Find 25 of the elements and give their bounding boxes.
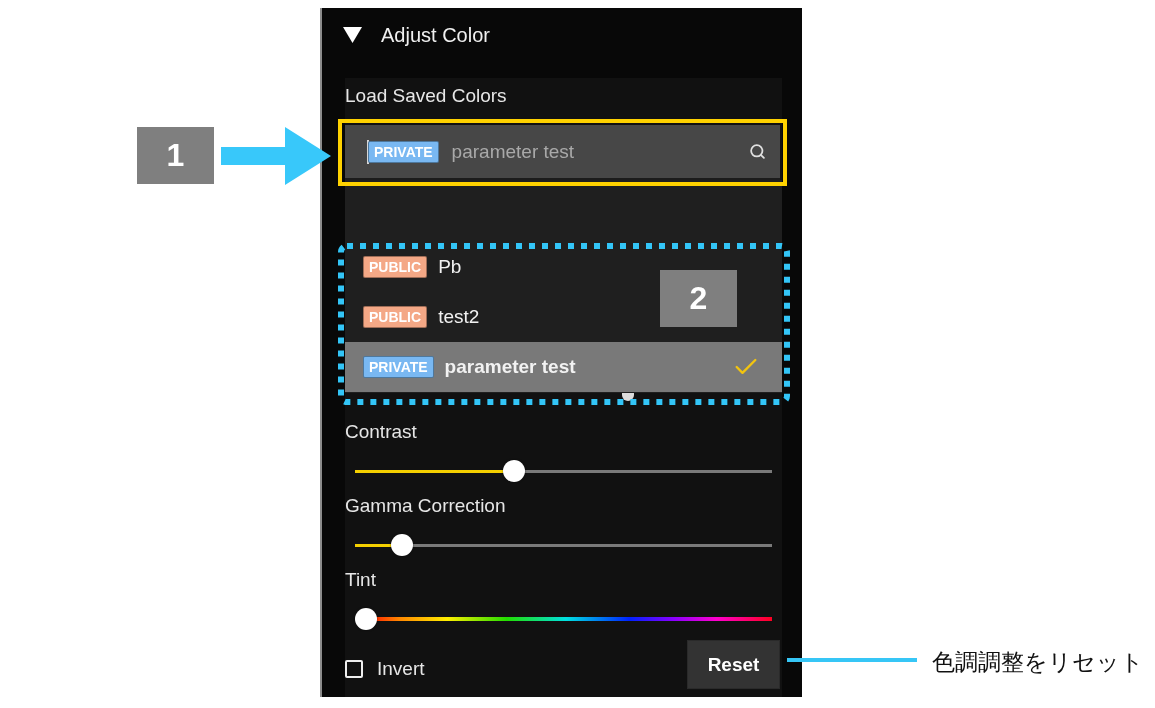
reset-button[interactable]: Reset bbox=[687, 640, 780, 689]
visibility-badge: PUBLIC bbox=[363, 306, 428, 328]
dropdown-option[interactable]: PUBLIC Pb bbox=[345, 242, 484, 292]
field-value: parameter test bbox=[451, 140, 576, 163]
slider-thumb[interactable] bbox=[390, 534, 413, 556]
dropdown-option[interactable]: PUBLIC test2 bbox=[345, 292, 502, 342]
slider-label: Tint bbox=[345, 569, 377, 591]
slider-thumb[interactable] bbox=[503, 460, 526, 482]
section-label: Load Saved Colors bbox=[345, 85, 508, 107]
dropdown-option[interactable]: PRIVATE parameter test bbox=[345, 342, 782, 392]
checkbox[interactable] bbox=[345, 659, 363, 678]
section-toggle[interactable]: Adjust Color bbox=[345, 8, 782, 62]
visibility-badge: PRIVATE bbox=[368, 140, 439, 163]
slider-thumb[interactable] bbox=[355, 608, 377, 630]
slider-knob-icon bbox=[622, 393, 634, 401]
visibility-badge: PRIVATE bbox=[363, 356, 434, 378]
visibility-badge: PUBLIC bbox=[363, 256, 428, 278]
checkbox-label: Invert bbox=[377, 657, 425, 680]
step-number: 2 bbox=[660, 270, 737, 327]
callout-note: 色調調整をリセット bbox=[932, 648, 1144, 677]
search-field[interactable]: PRIVATE parameter test bbox=[345, 125, 780, 180]
slider-label: Gamma Correction bbox=[345, 495, 507, 517]
step-number: 1 bbox=[137, 127, 214, 184]
slider-label: Contrast bbox=[345, 421, 418, 443]
search-icon[interactable] bbox=[749, 143, 766, 160]
